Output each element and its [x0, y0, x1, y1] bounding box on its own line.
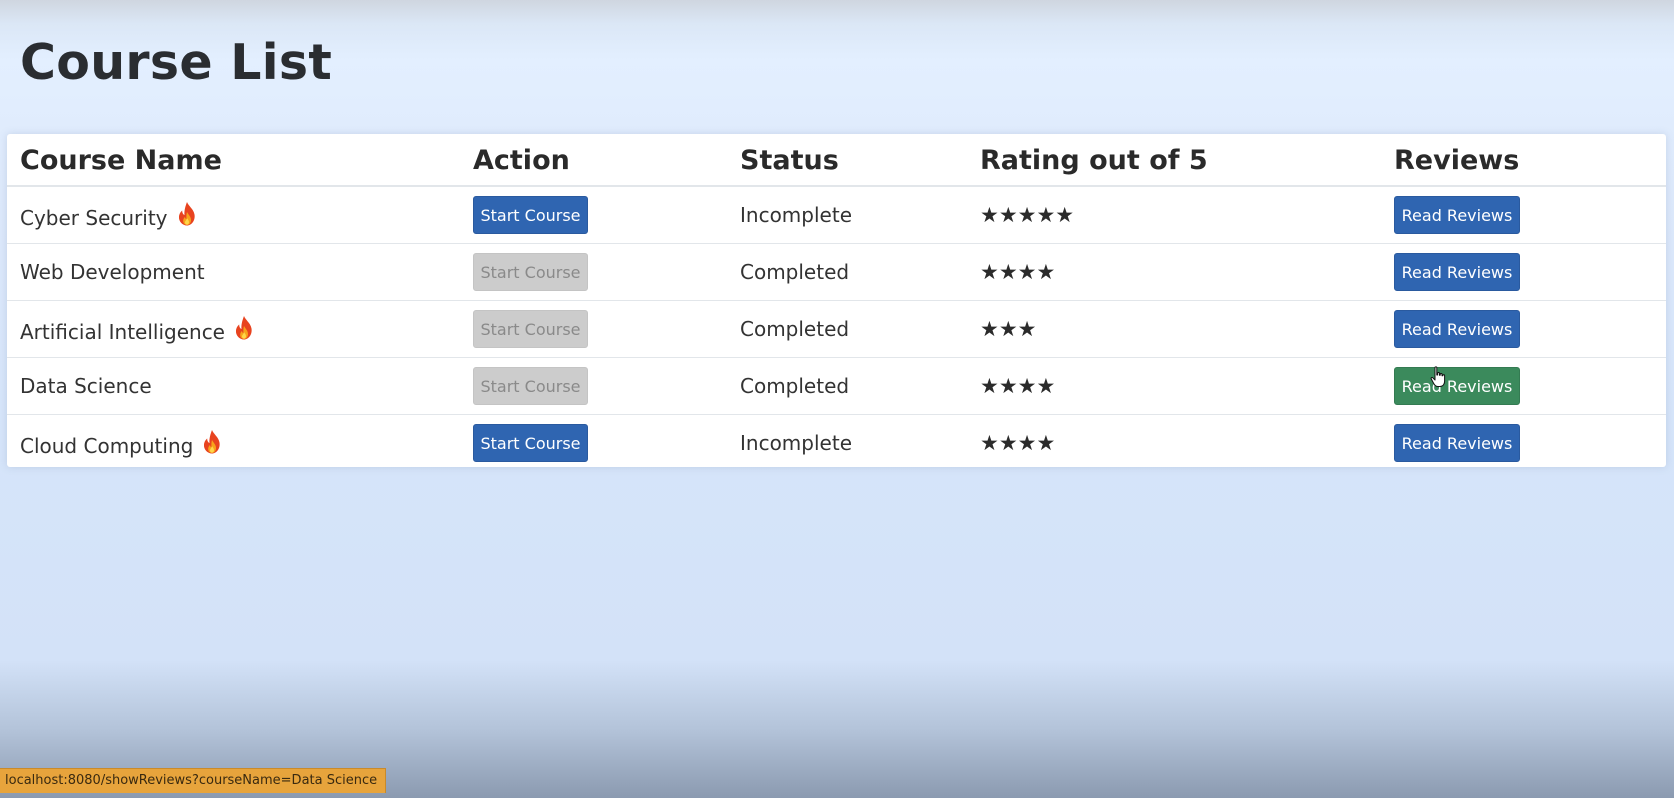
read-reviews-button[interactable]: Read Reviews	[1394, 367, 1520, 405]
read-reviews-button[interactable]: Read Reviews	[1394, 310, 1520, 348]
status-text: Completed	[740, 260, 850, 284]
status-cell: Completed	[727, 243, 967, 301]
reviews-cell: Read Reviews	[1381, 243, 1666, 301]
status-text: Incomplete	[740, 431, 852, 455]
rating-stars: ★★★	[980, 317, 1037, 341]
reviews-cell: Read Reviews	[1381, 186, 1666, 244]
course-name-cell: Cloud Computing	[7, 415, 460, 468]
table-row: Cloud Computing Start Course Incomplete ★★★…	[7, 415, 1666, 468]
course-name: Cyber Security	[20, 205, 168, 230]
course-name: Artificial Intelligence	[20, 319, 225, 344]
page-title: Course List	[20, 34, 333, 91]
status-cell: Incomplete	[727, 415, 967, 468]
start-course-button: Start Course	[473, 367, 588, 405]
read-reviews-button[interactable]: Read Reviews	[1394, 253, 1520, 291]
rating-stars: ★★★★	[980, 260, 1056, 284]
status-text: Incomplete	[740, 203, 852, 227]
course-table-card: Course Name Action Status Rating out of …	[7, 134, 1666, 467]
rating-stars: ★★★★★	[980, 203, 1075, 227]
start-course-button: Start Course	[473, 253, 588, 291]
reviews-cell: Read Reviews	[1381, 357, 1666, 415]
flame-icon	[178, 201, 195, 225]
start-course-button[interactable]: Start Course	[473, 424, 588, 462]
action-cell: Start Course	[460, 243, 727, 301]
table-row: Cyber Security Start Course Incomplete ★★★★…	[7, 186, 1666, 244]
browser-status-bar: localhost:8080/showReviews?courseName=Da…	[0, 768, 387, 793]
header-course-name: Course Name	[7, 134, 460, 187]
rating-cell: ★★★★★	[967, 186, 1381, 244]
course-table: Course Name Action Status Rating out of …	[7, 134, 1666, 467]
status-cell: Completed	[727, 357, 967, 415]
table-header-row: Course Name Action Status Rating out of …	[7, 134, 1666, 187]
course-name-cell: Artificial Intelligence	[7, 300, 460, 358]
course-name-cell: Cyber Security	[7, 186, 460, 244]
course-name: Data Science	[20, 374, 152, 398]
table-row: Artificial Intelligence Start Course Compl…	[7, 300, 1666, 358]
rating-stars: ★★★★	[980, 374, 1056, 398]
course-name-cell: Data Science	[7, 357, 460, 415]
header-reviews: Reviews	[1381, 134, 1666, 187]
read-reviews-button[interactable]: Read Reviews	[1394, 196, 1520, 234]
table-row: Data Science Start Course Completed ★★★★ Rea…	[7, 357, 1666, 415]
read-reviews-button[interactable]: Read Reviews	[1394, 424, 1520, 462]
reviews-cell: Read Reviews	[1381, 415, 1666, 468]
action-cell: Start Course	[460, 300, 727, 358]
header-status: Status	[727, 134, 967, 187]
flame-icon	[204, 429, 220, 453]
start-course-button: Start Course	[473, 310, 588, 348]
status-text: Completed	[740, 374, 850, 398]
course-name: Cloud Computing	[20, 433, 194, 458]
start-course-button[interactable]: Start Course	[473, 196, 588, 234]
header-rating: Rating out of 5	[967, 134, 1381, 187]
course-name: Web Development	[20, 260, 205, 284]
course-name-cell: Web Development	[7, 243, 460, 301]
rating-stars: ★★★★	[980, 431, 1056, 455]
action-cell: Start Course	[460, 415, 727, 468]
header-action: Action	[460, 134, 727, 187]
rating-cell: ★★★★	[967, 415, 1381, 468]
flame-icon	[235, 315, 252, 339]
status-cell: Completed	[727, 300, 967, 358]
rating-cell: ★★★	[967, 300, 1381, 358]
rating-cell: ★★★★	[967, 357, 1381, 415]
table-body: Cyber Security Start Course Incomplete ★★★★…	[7, 186, 1666, 467]
status-text: Completed	[740, 317, 850, 341]
action-cell: Start Course	[460, 186, 727, 244]
action-cell: Start Course	[460, 357, 727, 415]
rating-cell: ★★★★	[967, 243, 1381, 301]
table-row: Web Development Start Course Completed ★★★★…	[7, 243, 1666, 301]
reviews-cell: Read Reviews	[1381, 300, 1666, 358]
status-cell: Incomplete	[727, 186, 967, 244]
